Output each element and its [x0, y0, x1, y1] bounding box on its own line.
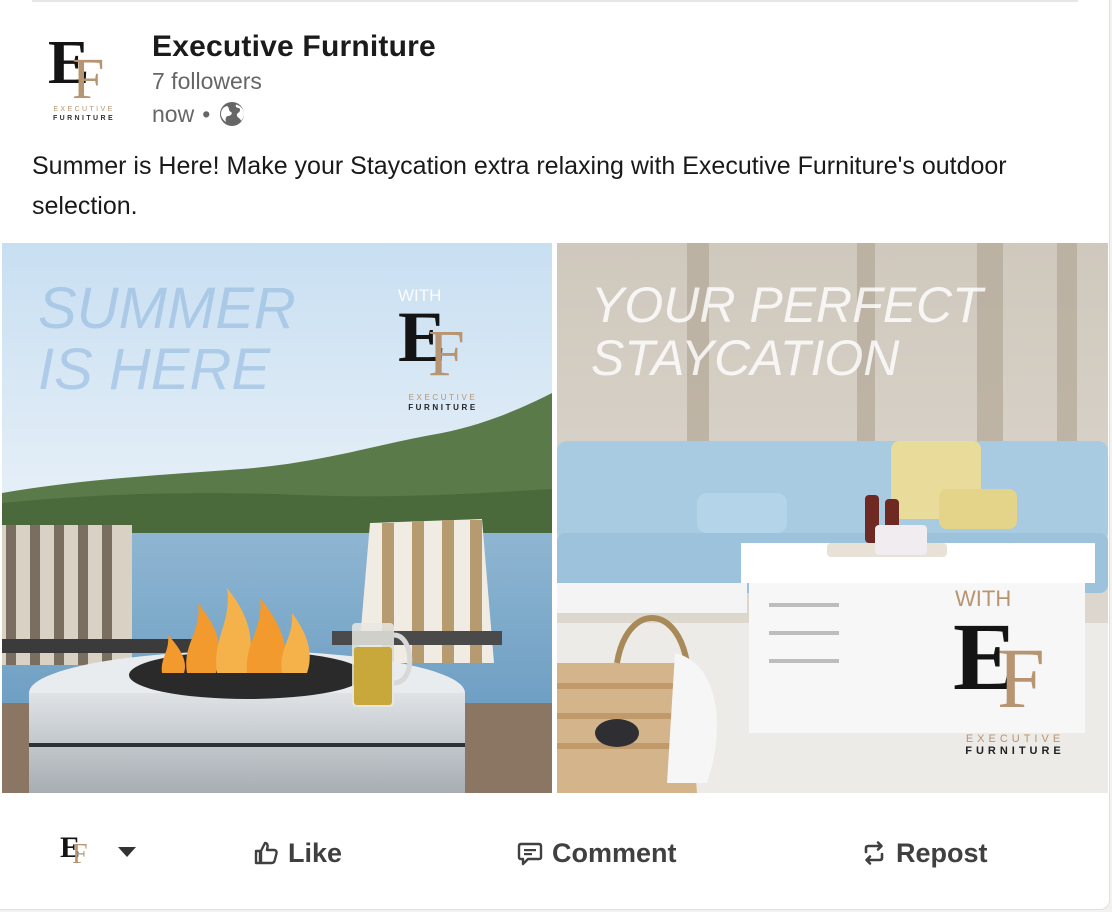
post-image-staycation[interactable]: YOUR PERFECT STAYCATION WITH E F EXECUTI…: [557, 243, 1108, 793]
summer-headline: SUMMER IS HERE: [38, 276, 296, 402]
actor-avatar-f: F: [72, 839, 88, 870]
feed-post-card: E F EXECUTIVE FURNITURE Executive Furnit…: [0, 0, 1110, 910]
actor-avatar: E F: [50, 827, 96, 877]
repost-icon: [864, 841, 884, 865]
top-divider: [32, 0, 1078, 2]
post-time: now •: [152, 100, 246, 128]
company-name[interactable]: Executive Furniture: [152, 30, 436, 64]
logo-word-bottom: FURNITURE: [52, 115, 116, 122]
photo-logo-right-f: F: [997, 630, 1045, 726]
post-time-label: now: [152, 100, 195, 127]
photo-logo-left-word-bottom: FURNITURE: [408, 403, 478, 412]
photo-logo-right-word-bottom: FURNITURE: [965, 745, 1065, 757]
post-actions-bar: E F Like Comment Repost: [0, 808, 1110, 898]
comment-icon: [517, 842, 543, 866]
photo-logo-left-word-top: EXECUTIVE: [408, 393, 478, 402]
like-icon: [254, 841, 278, 865]
post-text: Summer is Here! Make your Staycation ext…: [32, 152, 1007, 220]
time-separator: •: [202, 100, 211, 127]
globe-icon: [218, 100, 246, 128]
repost-button[interactable]: Repost: [860, 828, 988, 878]
company-logo[interactable]: E F EXECUTIVE FURNITURE: [32, 26, 136, 130]
logo-word-top: EXECUTIVE: [53, 106, 115, 113]
comment-button[interactable]: Comment: [516, 828, 677, 878]
staycation-headline: YOUR PERFECT STAYCATION: [591, 277, 983, 386]
chevron-down-icon: [118, 847, 136, 857]
photo-logo-right-word-top: EXECUTIVE: [965, 733, 1065, 745]
like-button[interactable]: Like: [252, 828, 342, 878]
logo-letter-f: F: [72, 46, 105, 111]
photo-logo-left: E F EXECUTIVE FURNITURE: [398, 301, 488, 413]
repost-label: Repost: [896, 837, 988, 868]
post-image-summer[interactable]: SUMMER IS HERE WITH E F EXECUTIVE FURNIT…: [2, 243, 552, 793]
comment-label: Comment: [552, 837, 677, 868]
like-label: Like: [288, 837, 343, 868]
photo-logo-right: E F EXECUTIVE FURNITURE: [953, 609, 1077, 759]
post-as-selector[interactable]: E F: [50, 822, 160, 882]
photo-logo-left-f: F: [428, 317, 465, 390]
follower-count: 7 followers: [152, 68, 262, 94]
